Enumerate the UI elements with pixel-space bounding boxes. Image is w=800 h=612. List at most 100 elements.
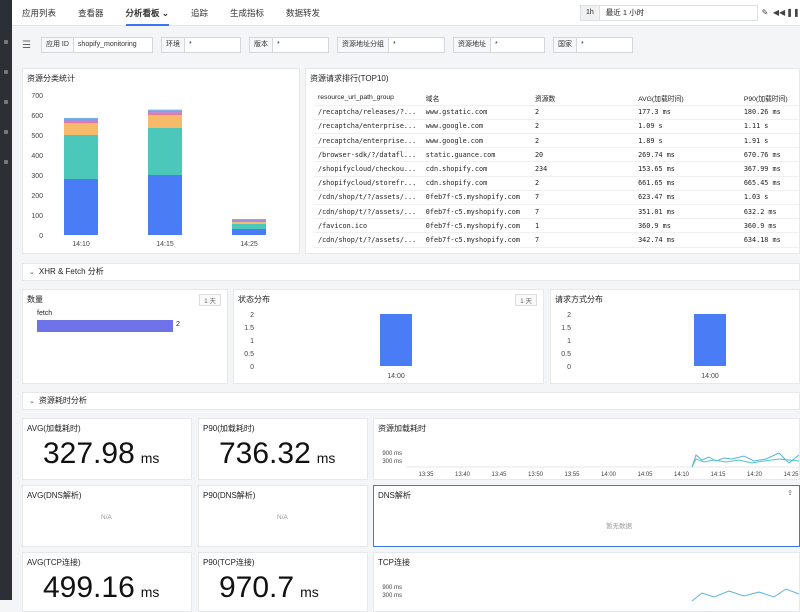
column-header[interactable]: AVG(加载时间) [634, 91, 740, 106]
tab-dashboard[interactable]: 分析看板 ⌄ [125, 0, 170, 26]
empty-text: 暂无数据 [606, 523, 632, 530]
filter-country[interactable]: 国家 * [552, 37, 633, 53]
table-row[interactable]: /favicon.ico 0feb7f-c5.myshopify.com 1 360.… [314, 218, 799, 234]
pin-icon[interactable]: ✎ [758, 5, 772, 21]
filter-resource-url[interactable]: 资源地址 * [452, 37, 545, 53]
stat-unit: ms [300, 584, 319, 600]
x-tick-label: 14:15 [156, 241, 174, 248]
table-cell: cdn.shopify.com [421, 176, 531, 191]
filter-app-id[interactable]: 应用 ID shopify_monitoring [40, 37, 153, 53]
table-cell: /browser-sdk/?/datafl... [314, 147, 422, 163]
tab-app-list[interactable]: 应用列表 [22, 0, 56, 26]
chevron-down-icon[interactable]: ⌄ [29, 269, 35, 276]
stacked-bar-segment [64, 121, 98, 123]
bar [694, 314, 726, 366]
x-tick-label: 14:00 [601, 472, 617, 478]
resource-category-chart: 0 100 200 300 400 500 600 700 14:10 14:15 14:25 [31, 93, 266, 248]
table-cell: /shopifycloud/checkou... [314, 161, 422, 177]
stat-unit: ms [316, 450, 336, 466]
tcp-chart: 900 ms 300 ms [382, 585, 799, 602]
table-row[interactable]: /recaptcha/enterprise... www.google.com 2 1… [314, 119, 799, 135]
stat-value: N/A [277, 514, 288, 521]
table-row[interactable]: /browser-sdk/?/datafl... static.guance.co… [314, 147, 799, 163]
filter-env[interactable]: 环境 * [160, 37, 241, 53]
sidebar-dot-icon[interactable] [4, 130, 8, 134]
table-cell: 1.91 s [739, 133, 799, 149]
count-panel: 数量 1 天 fetch 2 [22, 289, 228, 384]
table-cell: 2 [530, 133, 635, 149]
y-tick-label: 300 ms [382, 459, 402, 465]
sidebar-dot-icon[interactable] [4, 160, 8, 164]
tcp-chart-panel: TCP连接 900 ms 300 ms [373, 552, 800, 612]
filter-icon[interactable]: ☰ [22, 40, 31, 51]
tab-viewer[interactable]: 查看器 [78, 0, 104, 26]
y-tick-label: 0 [250, 364, 254, 371]
xhr-section-header[interactable]: ⌄ XHR & Fetch 分析 [22, 263, 800, 281]
table-cell: 0feb7f-c5.myshopify.com [421, 204, 531, 220]
table-row[interactable]: /cdn/shop/t/?/assets/... 0feb7f-c5.myshop… [314, 232, 799, 248]
table-cell: 1.89 s [634, 133, 740, 149]
column-header[interactable]: P90(加载时间) [739, 91, 799, 106]
dns-chart-panel: DNS解析 ⇪ 暂无数据 [373, 485, 800, 547]
sidebar-dot-icon[interactable] [4, 40, 8, 44]
filter-resource-group[interactable]: 资源地址分组 * [336, 37, 445, 53]
tab-generate-metrics[interactable]: 生成指标 [230, 0, 264, 26]
x-tick-label: 14:10 [674, 472, 690, 478]
stacked-bar-segment [232, 219, 266, 220]
pause-icon[interactable]: ❚❚ [786, 5, 800, 21]
filter-value[interactable]: * [577, 38, 632, 52]
table-row[interactable]: /cdn/shop/t/?/assets/... 0feb7f-c5.myshop… [314, 190, 799, 206]
y-tick-label: 900 ms [382, 451, 402, 457]
stat-number: 736.32 [219, 437, 311, 470]
filter-value[interactable]: shopify_monitoring [74, 38, 152, 52]
table-cell: static.guance.com [421, 147, 531, 163]
stat-number: 327.98 [43, 437, 135, 470]
table-row[interactable]: /recaptcha/releases/?... www.gstatic.com 2… [314, 105, 799, 120]
time-range-input[interactable]: 最近 1 小时 [599, 5, 758, 21]
table-row[interactable]: /recaptcha/enterprise... www.google.com 2 1… [314, 133, 799, 149]
x-tick-label: 13:40 [455, 472, 471, 478]
table-cell: 269.74 ms [634, 147, 740, 163]
table-cell: 623.47 ms [634, 190, 740, 206]
y-tick-label: 1.5 [561, 325, 571, 332]
quick-range-button[interactable]: 1h [580, 5, 600, 21]
y-tick-label: 500 [31, 133, 43, 140]
column-header[interactable]: 域名 [421, 91, 531, 106]
load-time-chart-panel: 资源加载耗时 900 ms 300 ms 13:35 13:40 13:45 13:50 1… [373, 418, 800, 480]
status-chart: 0 0.5 1 1.5 2 14:00 [244, 312, 412, 380]
time-badge[interactable]: 1 天 [199, 294, 221, 306]
table-cell: 7 [530, 232, 635, 248]
status-panel: 状态分布 1 天 0 0.5 1 1.5 2 14:00 [233, 289, 544, 384]
table-row[interactable]: /cdn/shop/t/?/assets/... 0feb7f-c5.myshop… [314, 204, 799, 220]
stat-value: 736.32 ms [219, 437, 335, 471]
share-icon[interactable]: ⇪ [787, 489, 793, 497]
table-row[interactable]: /shopifycloud/checkou... cdn.shopify.com 2… [314, 161, 799, 177]
chevron-down-icon[interactable]: ⌄ [29, 398, 35, 405]
column-header[interactable]: resource_url_path_group [314, 91, 422, 106]
sidebar-dot-icon[interactable] [4, 70, 8, 74]
filter-value[interactable]: * [185, 38, 240, 52]
tab-data-forward[interactable]: 数据转发 [286, 0, 320, 26]
stacked-bar-segment [64, 135, 98, 179]
time-badge[interactable]: 1 天 [515, 294, 537, 306]
y-tick-label: 1.5 [244, 325, 254, 332]
table-row[interactable]: /shopifycloud/storefr... cdn.shopify.com 2… [314, 176, 799, 191]
column-header[interactable]: 资源数 [530, 91, 635, 106]
filter-value[interactable]: * [389, 38, 444, 52]
x-tick-label: 14:05 [637, 472, 653, 478]
top-nav: 应用列表 查看器 分析看板 ⌄ 追踪 生成指标 数据转发 1h 最近 1 小时 … [12, 0, 800, 26]
table-cell: 0feb7f-c5.myshopify.com [421, 190, 531, 206]
sidebar-dot-icon[interactable] [4, 100, 8, 104]
timing-section-header[interactable]: ⌄ 资源耗时分析 [22, 392, 800, 410]
filter-value[interactable]: * [273, 38, 328, 52]
table-cell: 632.2 ms [739, 204, 799, 220]
rewind-icon[interactable]: ◀◀ [772, 5, 786, 21]
table-cell: 342.74 ms [634, 232, 740, 248]
section-title: XHR & Fetch 分析 [38, 267, 104, 276]
filter-version[interactable]: 版本 * [248, 37, 329, 53]
filter-value[interactable]: * [491, 38, 544, 52]
x-tick-label: 13:45 [491, 472, 507, 478]
table-cell: 670.76 ms [739, 147, 799, 163]
tab-tracing[interactable]: 追踪 [191, 0, 208, 26]
table-cell: 153.65 ms [634, 161, 740, 177]
